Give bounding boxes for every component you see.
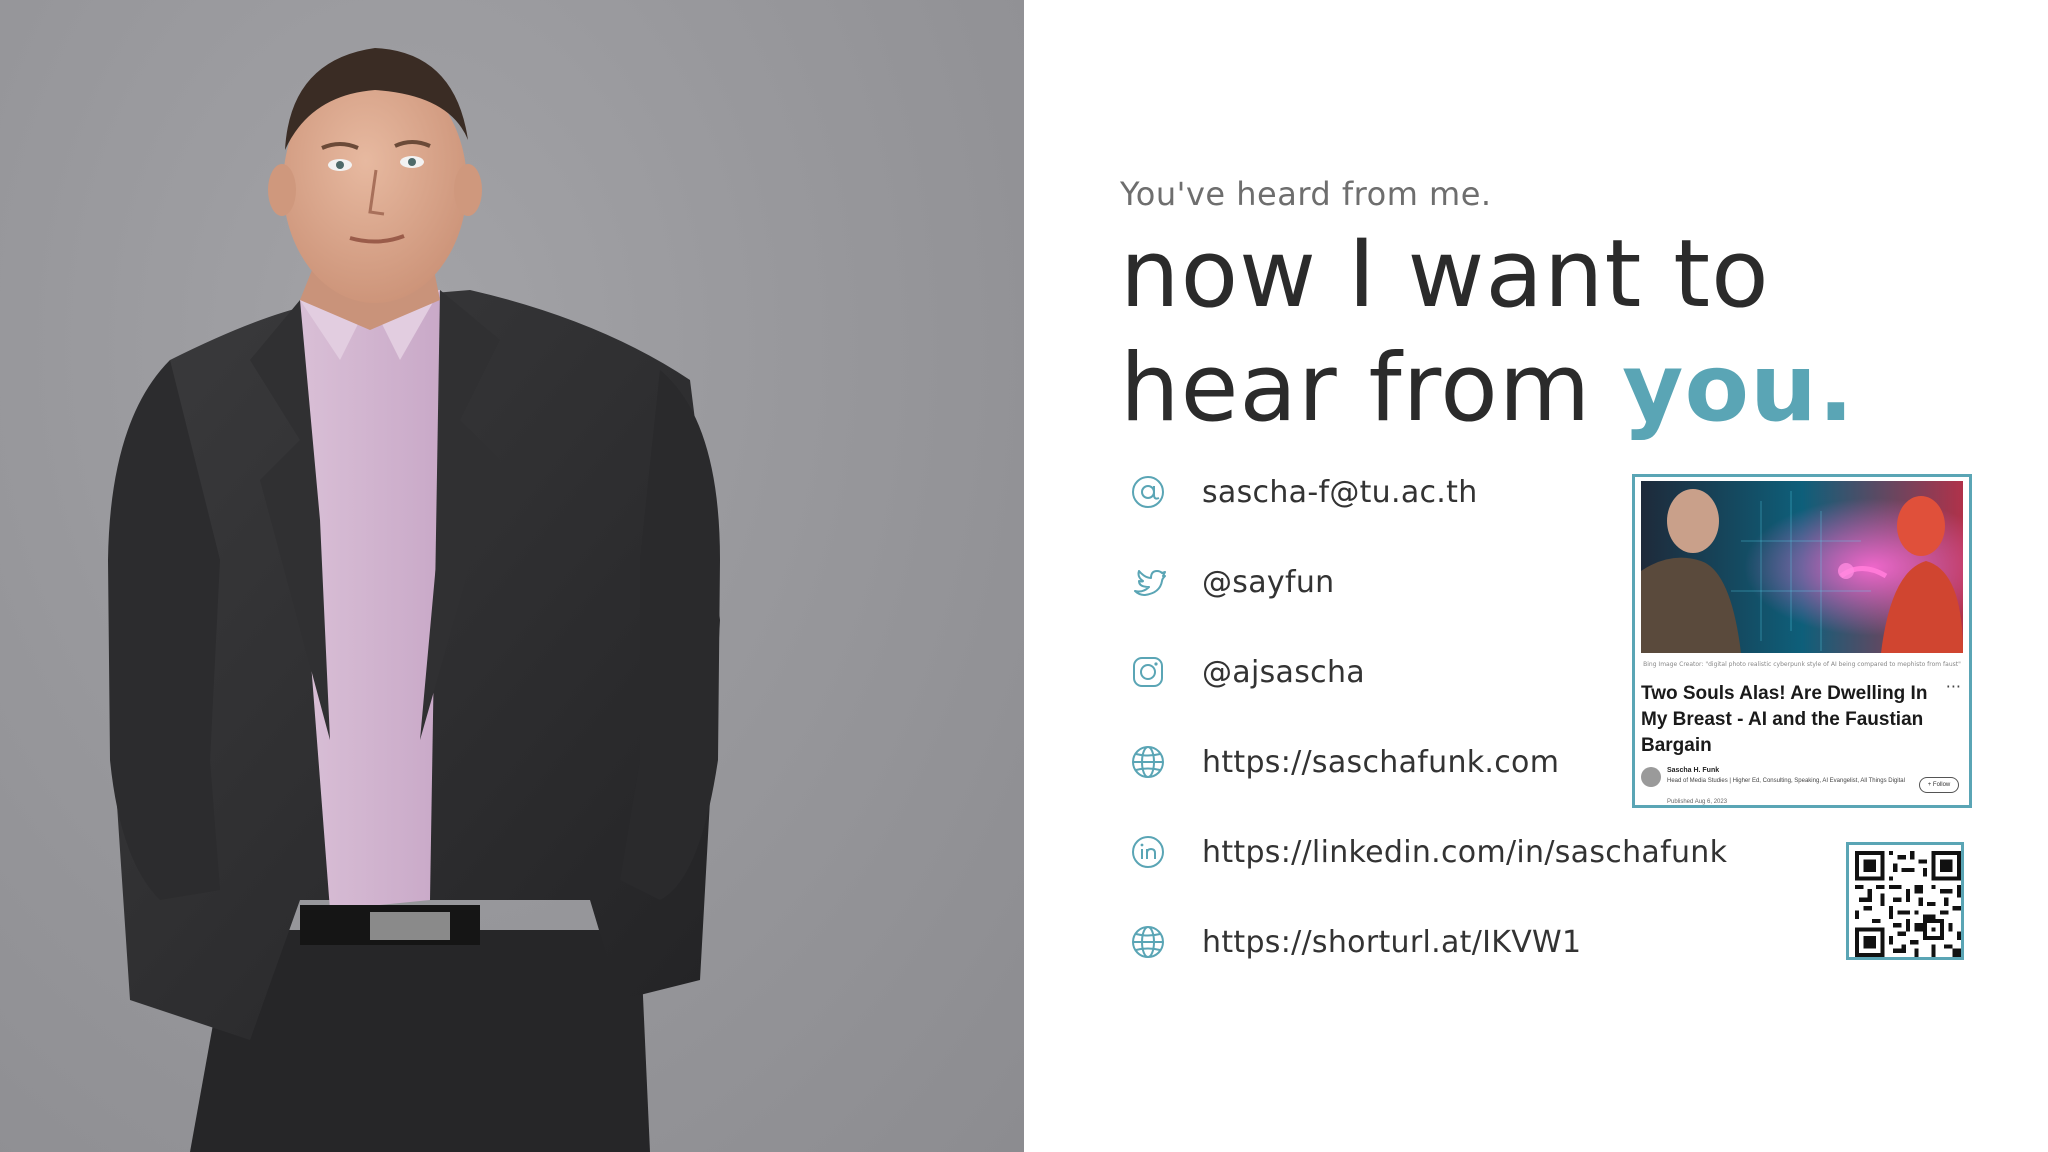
headline-accent: you. <box>1622 334 1855 443</box>
more-options-icon[interactable]: ··· <box>1946 677 1961 696</box>
article-author-role: Head of Media Studies | Higher Ed, Consu… <box>1667 778 1905 784</box>
qr-code[interactable] <box>1846 842 1964 960</box>
globe-icon <box>1128 922 1168 962</box>
contact-linkedin[interactable]: https://linkedin.com/in/saschafunk <box>1128 822 1828 882</box>
instagram-icon <box>1128 652 1168 692</box>
follow-button[interactable]: + Follow <box>1919 777 1959 793</box>
headline-line-2: hear from you. <box>1120 332 1855 446</box>
article-author[interactable]: Sascha H. Funk <box>1667 767 1719 774</box>
article-preview-card[interactable]: Bing Image Creator: "digital photo reali… <box>1632 474 1972 808</box>
slide: You've heard from me. now I want to hear… <box>0 0 2048 1152</box>
subtitle: You've heard from me. <box>1120 175 1492 213</box>
contact-twitter-text: @sayfun <box>1202 564 1335 600</box>
contact-shorturl-text: https://shorturl.at/IKVW1 <box>1202 924 1582 960</box>
globe-icon <box>1128 742 1168 782</box>
article-cover-image <box>1641 481 1963 653</box>
speaker-photo <box>0 0 1024 1152</box>
linkedin-icon <box>1128 832 1168 872</box>
contact-website-text: https://saschafunk.com <box>1202 744 1560 780</box>
author-avatar <box>1641 767 1661 787</box>
article-title[interactable]: Two Souls Alas! Are Dwelling In My Breas… <box>1641 681 1941 759</box>
headline: now I want to hear from you. <box>1120 218 1855 446</box>
speaker-portrait-illustration <box>108 48 720 1152</box>
contact-email-text: sascha-f@tu.ac.th <box>1202 474 1478 510</box>
contact-instagram-text: @ajsascha <box>1202 654 1365 690</box>
headline-line-1: now I want to <box>1120 220 1770 329</box>
headline-line-2-prefix: hear from <box>1120 334 1623 443</box>
contact-shorturl[interactable]: https://shorturl.at/IKVW1 <box>1128 912 1828 972</box>
twitter-icon <box>1128 562 1168 602</box>
at-sign-icon <box>1128 472 1168 512</box>
article-published-date: Published Aug 6, 2023 <box>1667 799 1728 805</box>
article-image-caption: Bing Image Creator: "digital photo reali… <box>1643 661 1961 668</box>
contact-linkedin-text: https://linkedin.com/in/saschafunk <box>1202 834 1728 870</box>
qr-code-pattern <box>1855 851 1961 957</box>
